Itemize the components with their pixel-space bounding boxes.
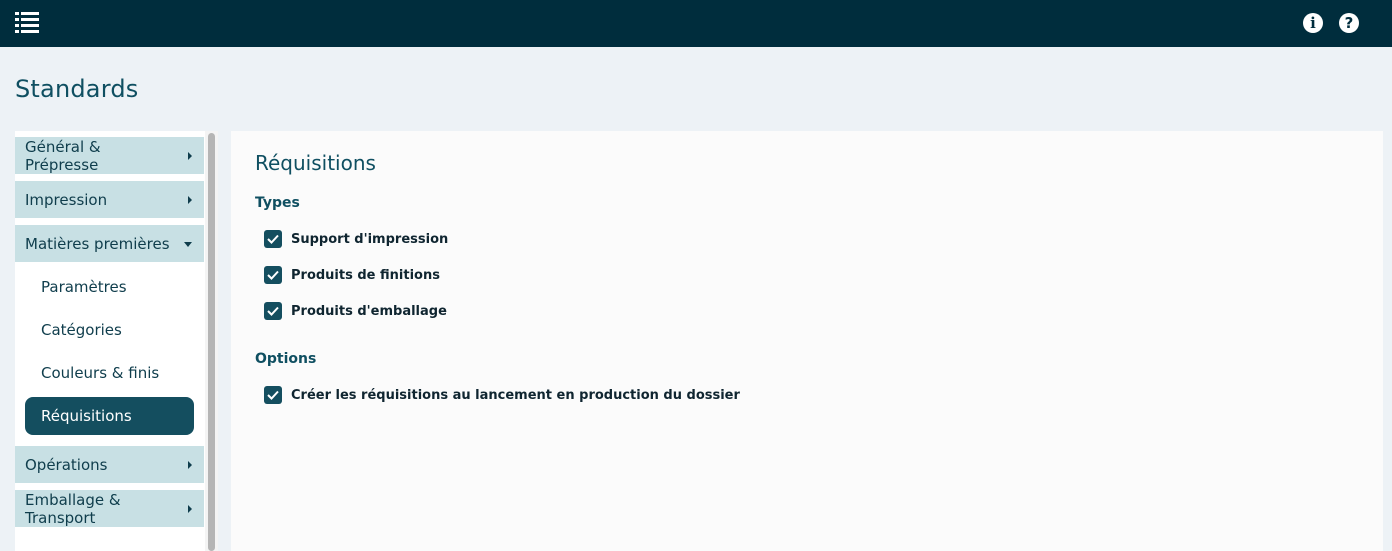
checkbox-produits-emballage[interactable]: Produits d'emballage bbox=[264, 302, 447, 320]
checkbox-label: Produits de finitions bbox=[291, 267, 440, 283]
sidebar-section-emballage-transport[interactable]: Emballage & Transport bbox=[15, 490, 204, 527]
checkbox-checked[interactable] bbox=[264, 386, 282, 404]
sidebar-section-matieres-premieres[interactable]: Matières premières bbox=[15, 225, 204, 262]
help-icon[interactable]: ? bbox=[1339, 13, 1359, 33]
chevron-right-icon bbox=[188, 461, 192, 469]
sidebar-item-label: Couleurs & finis bbox=[41, 364, 160, 382]
page-title: Standards bbox=[15, 75, 139, 103]
sidebar-item-requisitions[interactable]: Réquisitions bbox=[25, 397, 194, 435]
sidebar-section-label-line2: Prépresse bbox=[25, 156, 99, 174]
sidebar-item-couleurs-finis[interactable]: Couleurs & finis bbox=[25, 354, 194, 392]
checkbox-label: Support d'impression bbox=[291, 231, 449, 247]
checkbox-label: Créer les réquisitions au lancement en p… bbox=[291, 387, 740, 403]
chevron-right-icon bbox=[188, 505, 192, 513]
checkbox-checked[interactable] bbox=[264, 230, 282, 248]
checkbox-creer-requisitions[interactable]: Créer les réquisitions au lancement en p… bbox=[264, 386, 740, 404]
sidebar-section-impression[interactable]: Impression bbox=[15, 181, 204, 218]
menu-icon[interactable] bbox=[15, 11, 39, 33]
chevron-right-icon bbox=[188, 196, 192, 204]
sidebar-section-label-line2: Transport bbox=[25, 509, 96, 527]
top-bar: i ? bbox=[0, 0, 1392, 47]
sidebar-section-label-line1: Emballage & bbox=[25, 491, 121, 509]
chevron-down-icon bbox=[184, 242, 192, 247]
section-title: Réquisitions bbox=[255, 151, 376, 175]
sidebar-item-categories[interactable]: Catégories bbox=[25, 311, 194, 349]
sidebar-section-label: Opérations bbox=[25, 456, 108, 474]
sidebar-section-operations[interactable]: Opérations bbox=[15, 446, 204, 483]
content-panel: Réquisitions Types Support d'impression … bbox=[231, 131, 1383, 551]
types-heading: Types bbox=[255, 195, 300, 211]
info-icon[interactable]: i bbox=[1303, 13, 1323, 33]
sidebar-section-general-prepresse[interactable]: Général & Prépresse bbox=[15, 137, 204, 174]
checkbox-checked[interactable] bbox=[264, 302, 282, 320]
sidebar-section-label-line1: Général & bbox=[25, 138, 101, 156]
sidebar-item-label: Réquisitions bbox=[41, 407, 132, 425]
sidebar-nav: Général & Prépresse Impression Matières … bbox=[15, 131, 205, 551]
options-heading: Options bbox=[255, 351, 317, 367]
checkbox-support-impression[interactable]: Support d'impression bbox=[264, 230, 448, 248]
checkbox-produits-finitions[interactable]: Produits de finitions bbox=[264, 266, 440, 284]
checkbox-label: Produits d'emballage bbox=[291, 303, 447, 319]
sidebar-scrollbar[interactable] bbox=[205, 131, 218, 551]
sidebar-section-label: Matières premières bbox=[25, 235, 170, 253]
sidebar-section-label: Emballage & Transport bbox=[25, 491, 121, 527]
sidebar-section-label: Impression bbox=[25, 191, 108, 209]
chevron-right-icon bbox=[188, 152, 192, 160]
sidebar-item-label: Catégories bbox=[41, 321, 122, 339]
scrollbar-thumb[interactable] bbox=[208, 133, 215, 551]
sidebar-item-parametres[interactable]: Paramètres bbox=[25, 268, 194, 306]
checkbox-checked[interactable] bbox=[264, 266, 282, 284]
sidebar-item-label: Paramètres bbox=[41, 278, 127, 296]
sidebar-section-label: Général & Prépresse bbox=[25, 138, 101, 174]
